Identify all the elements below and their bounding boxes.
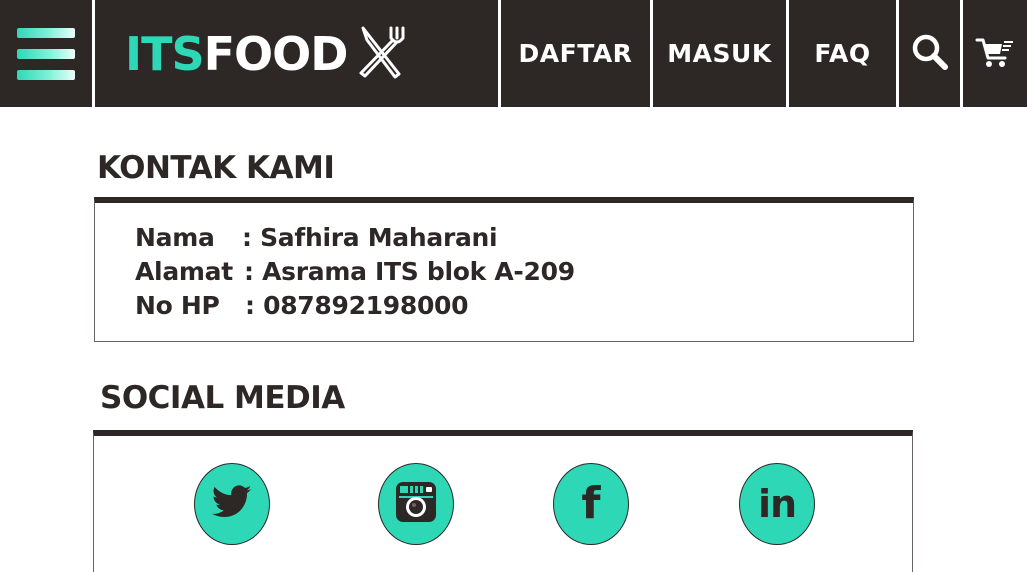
facebook-link[interactable]: f <box>553 463 629 545</box>
fork-knife-icon <box>357 24 405 84</box>
address-value: : Asrama ITS blok A-209 <box>244 257 575 286</box>
instagram-icon <box>395 481 437 527</box>
instagram-link[interactable] <box>378 463 454 545</box>
contact-box: Nama : Safhira Maharani Alamat : Asrama … <box>94 197 914 342</box>
contact-row-address: Alamat : Asrama ITS blok A-209 <box>135 257 575 286</box>
twitter-link[interactable] <box>194 463 270 545</box>
phone-label: No HP <box>135 291 220 320</box>
linkedin-link[interactable]: in <box>739 463 815 545</box>
linkedin-icon: in <box>757 482 797 526</box>
address-label: Alamat <box>135 257 233 286</box>
contact-row-phone: No HP : 087892198000 <box>135 291 469 320</box>
navbar: ITS FOOD DAFTAR MASUK FAQ <box>0 0 1027 107</box>
faq-label: FAQ <box>814 39 871 68</box>
name-value: : Safhira Maharani <box>242 223 498 252</box>
social-box: f in <box>93 430 913 572</box>
twitter-icon <box>211 485 252 523</box>
register-label: DAFTAR <box>518 39 633 68</box>
search-icon <box>911 33 949 75</box>
contact-title: KONTAK KAMI <box>97 150 335 186</box>
facebook-icon: f <box>581 478 601 529</box>
menu-button[interactable] <box>0 0 92 107</box>
register-button[interactable]: DAFTAR <box>501 0 650 107</box>
social-title: SOCIAL MEDIA <box>100 380 345 416</box>
name-label: Nama <box>135 223 215 252</box>
phone-value: : 087892198000 <box>245 291 469 320</box>
search-button[interactable] <box>899 0 960 107</box>
logo[interactable]: ITS FOOD <box>95 0 498 107</box>
logo-its: ITS <box>125 26 205 81</box>
cart-icon <box>975 34 1015 74</box>
faq-button[interactable]: FAQ <box>789 0 896 107</box>
login-button[interactable]: MASUK <box>653 0 786 107</box>
hamburger-icon <box>17 27 75 80</box>
logo-text: ITS FOOD <box>125 26 349 81</box>
cart-button[interactable] <box>963 0 1027 107</box>
logo-food: FOOD <box>203 26 349 81</box>
contact-row-name: Nama : Safhira Maharani <box>135 223 498 252</box>
login-label: MASUK <box>667 39 772 68</box>
